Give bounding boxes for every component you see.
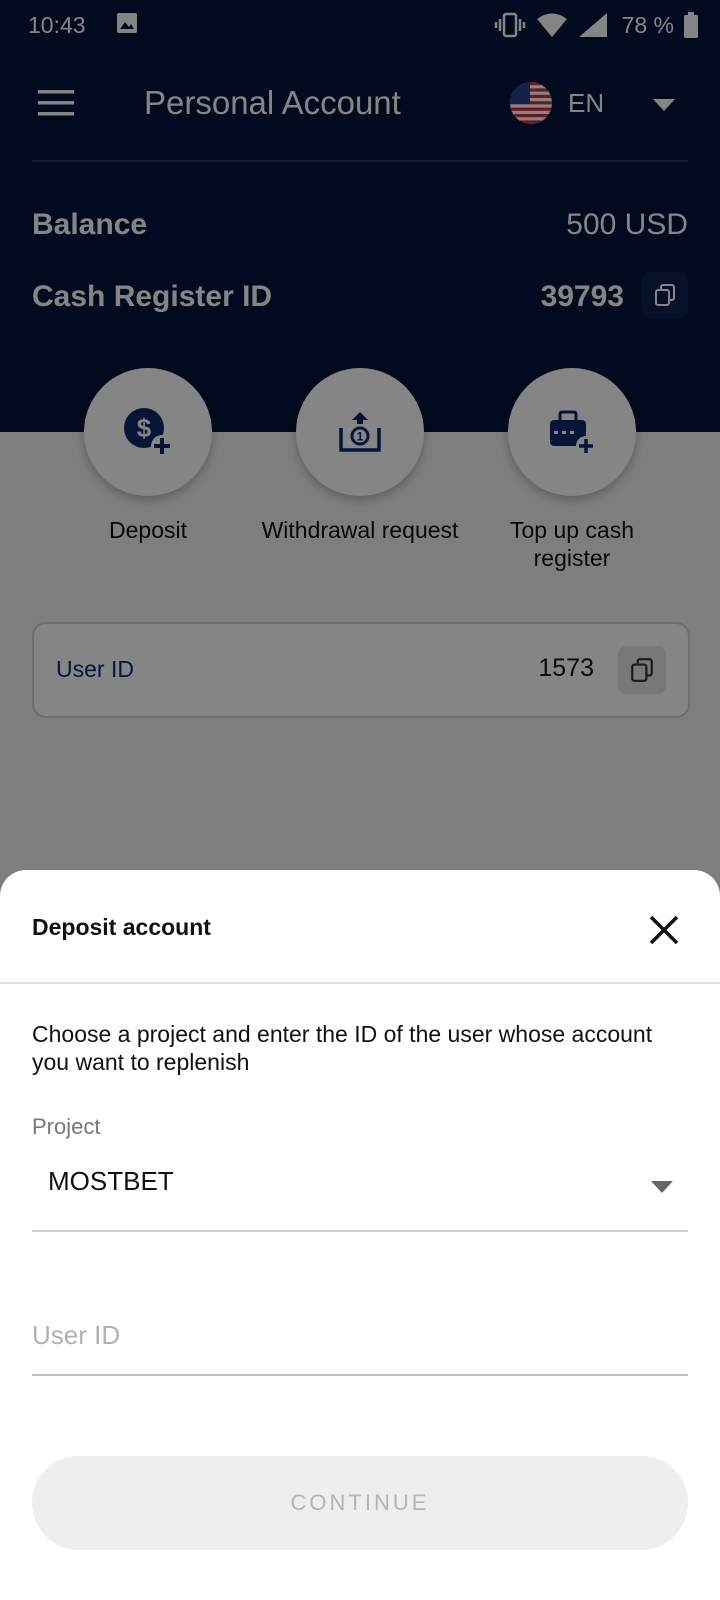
sheet-title: Deposit account bbox=[32, 914, 211, 940]
project-select[interactable]: MOSTBET bbox=[32, 1150, 688, 1232]
sheet-description: Choose a project and enter the ID of the… bbox=[32, 1021, 653, 1075]
close-button[interactable] bbox=[640, 906, 688, 954]
personal-account-screen: 10:43 78 % Personal Account EN Balance 5… bbox=[0, 0, 720, 1600]
chevron-down-icon bbox=[651, 1181, 673, 1193]
sheet-divider bbox=[0, 982, 720, 984]
close-icon bbox=[649, 915, 679, 945]
user-id-input[interactable] bbox=[32, 1296, 688, 1376]
deposit-account-sheet: Deposit account Choose a project and ent… bbox=[0, 870, 720, 1600]
project-value: MOSTBET bbox=[48, 1166, 174, 1196]
continue-button[interactable]: CONTINUE bbox=[32, 1456, 688, 1550]
project-label: Project bbox=[32, 1114, 101, 1139]
